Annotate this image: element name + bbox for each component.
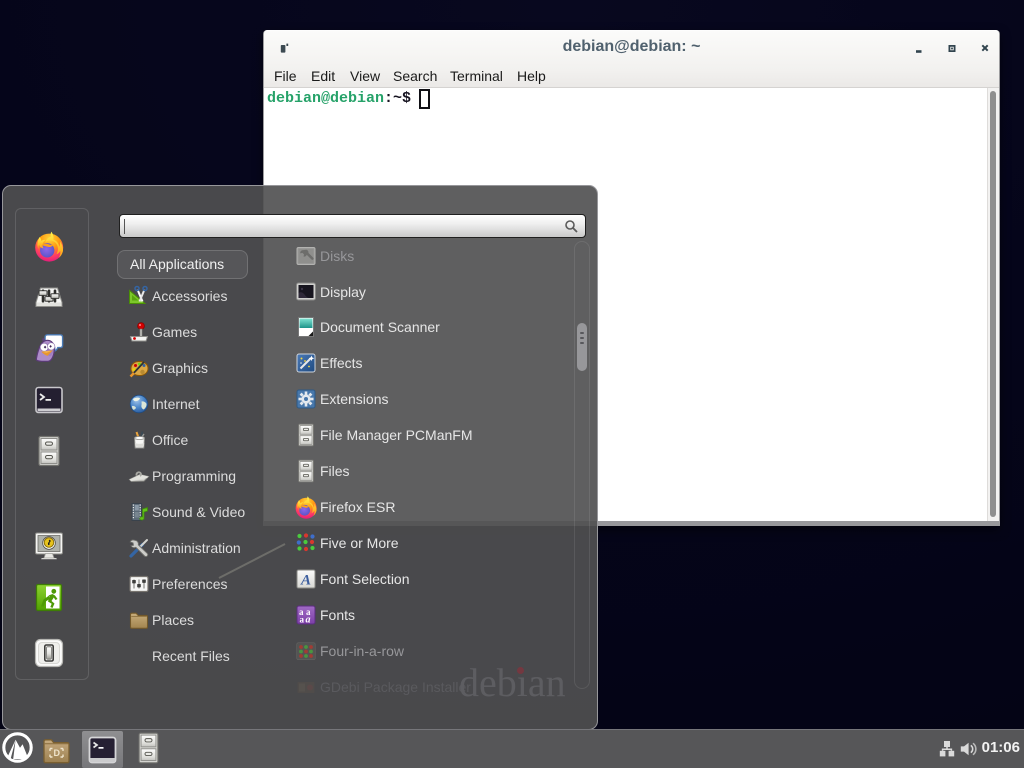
svg-text:D: D <box>54 748 61 758</box>
